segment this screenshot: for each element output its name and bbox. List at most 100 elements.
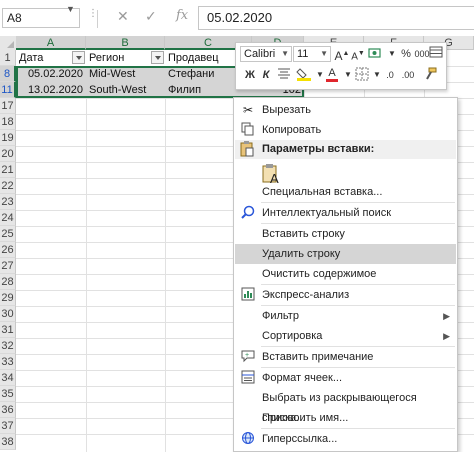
row-header-1[interactable]: 1 bbox=[0, 50, 16, 66]
svg-text:+: + bbox=[245, 352, 249, 359]
row-header-21[interactable]: 21 bbox=[0, 162, 16, 178]
increase-decimal-icon[interactable]: .0 bbox=[382, 67, 398, 83]
table-header-label: Продавец bbox=[168, 52, 219, 64]
table-header-label: Дата bbox=[19, 52, 44, 64]
filter-dropdown-icon[interactable] bbox=[151, 51, 164, 64]
menu-item-label: Сортировка bbox=[262, 330, 323, 342]
formula-bar: A8 ▼ ⋮ ✕ ✓ fx 05.02.2020 bbox=[0, 0, 474, 37]
table-cell[interactable]: Стефани bbox=[165, 66, 235, 82]
select-all-button[interactable] bbox=[0, 36, 17, 51]
column-header-b[interactable]: B bbox=[86, 36, 165, 50]
row-header-26[interactable]: 26 bbox=[0, 242, 16, 258]
name-box-value: A8 bbox=[7, 11, 22, 25]
menu-item-filter[interactable]: Фильтр ▶ bbox=[235, 306, 456, 326]
row-header-28[interactable]: 28 bbox=[0, 274, 16, 290]
percent-style-icon[interactable]: % bbox=[398, 46, 414, 62]
currency-format-icon[interactable] bbox=[368, 46, 384, 62]
table-cell[interactable]: Mid-West bbox=[86, 66, 165, 82]
menu-item-label: Удалить строку bbox=[262, 248, 341, 260]
row-header-8[interactable]: 8 bbox=[0, 66, 16, 82]
row-header-24[interactable]: 24 bbox=[0, 210, 16, 226]
paste-options-section: Параметры вставки: bbox=[235, 140, 456, 159]
formula-input[interactable]: 05.02.2020 bbox=[198, 6, 474, 30]
menu-item-label: Гиперссылка... bbox=[262, 433, 338, 445]
name-box-dropdown-icon[interactable]: ▼ bbox=[66, 4, 75, 14]
row-header-32[interactable]: 32 bbox=[0, 338, 16, 354]
chevron-right-icon: ▶ bbox=[443, 311, 450, 321]
menu-item-label: Экспресс-анализ bbox=[262, 289, 350, 301]
bold-button[interactable]: Ж bbox=[242, 67, 258, 83]
table-cell[interactable]: Филип bbox=[165, 82, 235, 98]
row-header-30[interactable]: 30 bbox=[0, 306, 16, 322]
italic-button[interactable]: К bbox=[258, 67, 274, 83]
format-table-icon[interactable] bbox=[428, 46, 444, 62]
decrease-decimal-icon[interactable]: .00 bbox=[400, 67, 416, 83]
column-header-a[interactable]: A bbox=[16, 36, 86, 50]
menu-item-label: Вырезать bbox=[262, 104, 311, 116]
table-header-seller[interactable]: Продавец bbox=[165, 50, 235, 66]
row-header-11[interactable]: 11 bbox=[0, 82, 16, 98]
menu-item-quick-analysis[interactable]: Экспресс-анализ bbox=[235, 285, 456, 305]
borders-icon[interactable] bbox=[354, 67, 370, 83]
font-name-dropdown[interactable]: Calibri ▼ bbox=[240, 46, 292, 62]
menu-item-format-cells[interactable]: Формат ячеек... bbox=[235, 368, 456, 388]
menu-section-label: Параметры вставки: bbox=[262, 143, 375, 155]
menu-item-delete-row[interactable]: Удалить строку bbox=[235, 244, 456, 264]
quick-analysis-icon bbox=[240, 287, 256, 303]
row-header-34[interactable]: 34 bbox=[0, 370, 16, 386]
copy-icon bbox=[240, 122, 256, 138]
menu-item-insert-comment[interactable]: + Вставить примечание bbox=[235, 347, 456, 367]
row-header-19[interactable]: 19 bbox=[0, 130, 16, 146]
gridline bbox=[86, 50, 87, 452]
menu-item-clear-contents[interactable]: Очистить содержимое bbox=[235, 264, 456, 284]
menu-item-label: Формат ячеек... bbox=[262, 372, 343, 384]
table-cell[interactable]: 05.02.2020 bbox=[16, 66, 86, 82]
insert-function-button[interactable]: fx bbox=[176, 8, 188, 23]
font-size-dropdown[interactable]: 11 ▼ bbox=[293, 46, 331, 62]
table-cell[interactable]: 13.02.2020 bbox=[16, 82, 86, 98]
row-header-17[interactable]: 17 bbox=[0, 98, 16, 114]
check-icon[interactable]: ✓ bbox=[145, 8, 157, 25]
font-color-button[interactable]: A bbox=[324, 65, 340, 82]
menu-item-insert-row[interactable]: Вставить строку bbox=[235, 224, 456, 244]
menu-item-smart-lookup[interactable]: Интеллектуальный поиск bbox=[235, 203, 456, 223]
row-header-22[interactable]: 22 bbox=[0, 178, 16, 194]
row-header-20[interactable]: 20 bbox=[0, 146, 16, 162]
hyperlink-icon bbox=[240, 431, 256, 447]
close-icon[interactable]: ✕ bbox=[117, 8, 129, 25]
table-cell[interactable]: South-West bbox=[86, 82, 165, 98]
search-icon bbox=[240, 205, 256, 221]
menu-item-define-name[interactable]: Присвоить имя... bbox=[235, 408, 456, 428]
row-header-33[interactable]: 33 bbox=[0, 354, 16, 370]
row-header-35[interactable]: 35 bbox=[0, 386, 16, 402]
menu-item-pick-from-list[interactable]: Выбрать из раскрывающегося списка... bbox=[235, 388, 456, 424]
increase-font-size-icon[interactable]: A▲ bbox=[334, 46, 350, 63]
menu-item-hyperlink[interactable]: Гиперссылка... bbox=[235, 429, 456, 449]
row-header-36[interactable]: 36 bbox=[0, 402, 16, 418]
row-header-25[interactable]: 25 bbox=[0, 226, 16, 242]
menu-item-sort[interactable]: Сортировка ▶ bbox=[235, 326, 456, 346]
menu-item-label: Интеллектуальный поиск bbox=[262, 207, 392, 219]
menu-item-cut[interactable]: ✂ Вырезать bbox=[235, 100, 456, 120]
formula-bar-resize-handle[interactable]: ⋮ bbox=[88, 8, 98, 19]
row-header-38[interactable]: 38 bbox=[0, 434, 16, 450]
menu-item-label: Фильтр bbox=[262, 310, 299, 322]
row-header-37[interactable]: 37 bbox=[0, 418, 16, 434]
mini-toolbar: Calibri ▼ 11 ▼ A▲ A▼ ▼ % 000 Ж К ▼ A ▼ ▼… bbox=[235, 42, 447, 90]
menu-item-label: Очистить содержимое bbox=[262, 268, 377, 280]
row-header-31[interactable]: 31 bbox=[0, 322, 16, 338]
formula-bar-separator bbox=[97, 10, 98, 28]
row-header-23[interactable]: 23 bbox=[0, 194, 16, 210]
row-header-29[interactable]: 29 bbox=[0, 290, 16, 306]
format-painter-icon[interactable] bbox=[422, 67, 438, 83]
font-color-swatch bbox=[326, 79, 338, 82]
fill-color-icon[interactable] bbox=[296, 67, 312, 83]
row-header-18[interactable]: 18 bbox=[0, 114, 16, 130]
align-center-icon[interactable] bbox=[276, 67, 292, 83]
row-header-27[interactable]: 27 bbox=[0, 258, 16, 274]
filter-dropdown-icon[interactable] bbox=[72, 51, 85, 64]
menu-item-paste-special[interactable]: Специальная вставка... bbox=[235, 182, 456, 202]
comment-icon: + bbox=[240, 349, 256, 365]
menu-item-copy[interactable]: Копировать bbox=[235, 120, 456, 140]
decrease-font-size-icon[interactable]: A▼ bbox=[350, 46, 366, 62]
